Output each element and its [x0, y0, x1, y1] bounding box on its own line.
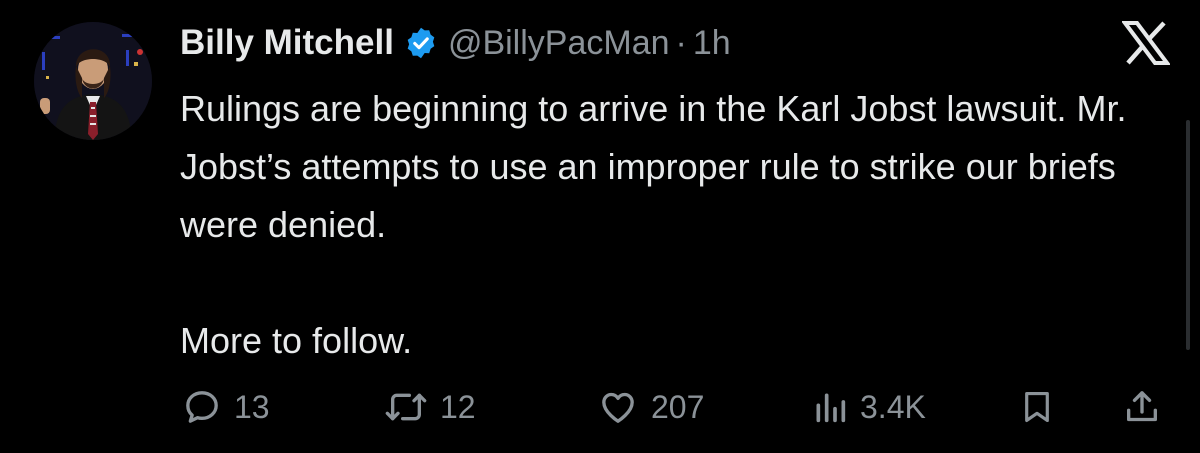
heart-icon — [602, 392, 634, 423]
author-handle[interactable]: @BillyPacMan — [448, 24, 670, 63]
tweet-paragraph: Rulings are beginning to arrive in the K… — [180, 88, 1127, 245]
action-bar: 13 12 207 3.4K — [0, 382, 1200, 432]
bookmark-icon — [1025, 391, 1049, 423]
share-button[interactable] — [1122, 382, 1162, 432]
views-button[interactable]: 3.4K — [812, 382, 926, 432]
views-count: 3.4K — [860, 388, 926, 425]
scrollbar[interactable] — [1186, 120, 1190, 350]
views-icon — [816, 393, 846, 423]
tweet-paragraph: More to follow. — [180, 320, 413, 361]
reply-count: 13 — [234, 388, 270, 425]
author-avatar[interactable] — [34, 22, 152, 140]
verified-badge-icon — [404, 26, 438, 60]
author-name[interactable]: Billy Mitchell — [180, 23, 394, 63]
avatar-image — [34, 22, 152, 140]
tweet-text: Rulings are beginning to arrive in the K… — [180, 80, 1170, 370]
reply-icon — [186, 391, 218, 423]
like-count: 207 — [651, 388, 705, 425]
reply-button[interactable]: 13 — [182, 382, 270, 432]
repost-button[interactable]: 12 — [384, 382, 476, 432]
bookmark-button[interactable] — [1018, 382, 1056, 432]
x-logo-icon — [1121, 20, 1171, 66]
tweet-header: Billy Mitchell @BillyPacMan · 1h — [180, 20, 731, 66]
header-separator: · — [675, 23, 687, 62]
repost-icon — [385, 393, 427, 421]
share-icon — [1127, 391, 1157, 422]
like-button[interactable]: 207 — [597, 382, 704, 432]
repost-count: 12 — [440, 388, 476, 425]
timestamp[interactable]: 1h — [693, 24, 731, 63]
